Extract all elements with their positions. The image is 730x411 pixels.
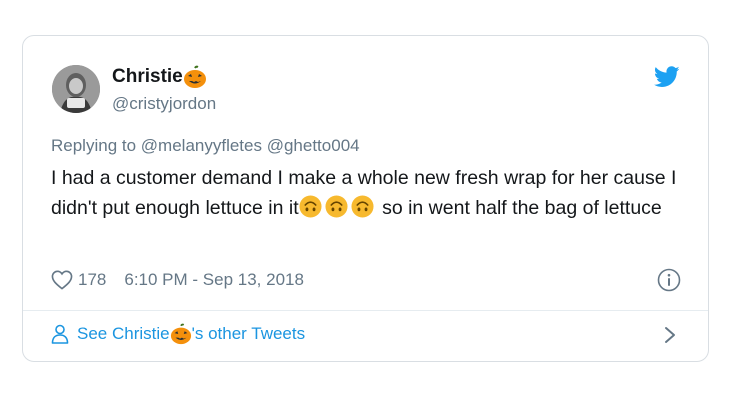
author-name[interactable]: Christie [112,65,183,89]
author-handle[interactable]: @cristyjordon [112,93,216,115]
upside-down-face-icon [325,195,348,218]
upside-down-face-icon [351,195,374,218]
author-name-row[interactable]: Christie [112,65,207,89]
see-other-tweets-suffix[interactable]: 's other Tweets [192,323,306,345]
like-count[interactable]: 178 [78,269,106,291]
person-icon [51,324,69,344]
avatar[interactable] [52,65,100,113]
tweet-timestamp[interactable]: 6:10 PM - Sep 13, 2018 [124,269,304,291]
tweet-meta: 178 6:10 PM - Sep 13, 2018 [51,269,304,291]
twitter-bird-icon[interactable] [654,66,680,88]
avatar-photo [52,65,100,113]
card-divider [23,310,708,311]
chevron-right-icon[interactable] [664,326,676,344]
see-other-tweets-link[interactable]: See Christie 's other Tweets [51,323,305,345]
upside-down-face-icon [299,195,322,218]
see-other-tweets-prefix[interactable]: See Christie [77,323,170,345]
info-icon[interactable] [657,268,681,292]
heart-outline-icon[interactable] [51,270,73,290]
jack-o-lantern-icon [170,323,191,345]
replying-to-line: Replying to @melanyyfletes @ghetto004 [51,135,360,157]
tweet-text-part2: so in went half the bag of lettuce [376,197,662,219]
tweet-text: I had a customer demand I make a whole n… [51,163,691,223]
replying-to-handles[interactable]: @melanyyfletes @ghetto004 [141,136,360,155]
replying-prefix: Replying to [51,136,137,155]
tweet-card[interactable]: Christie @cristyjordon Replying to @mela… [22,35,709,362]
jack-o-lantern-icon [183,65,206,88]
